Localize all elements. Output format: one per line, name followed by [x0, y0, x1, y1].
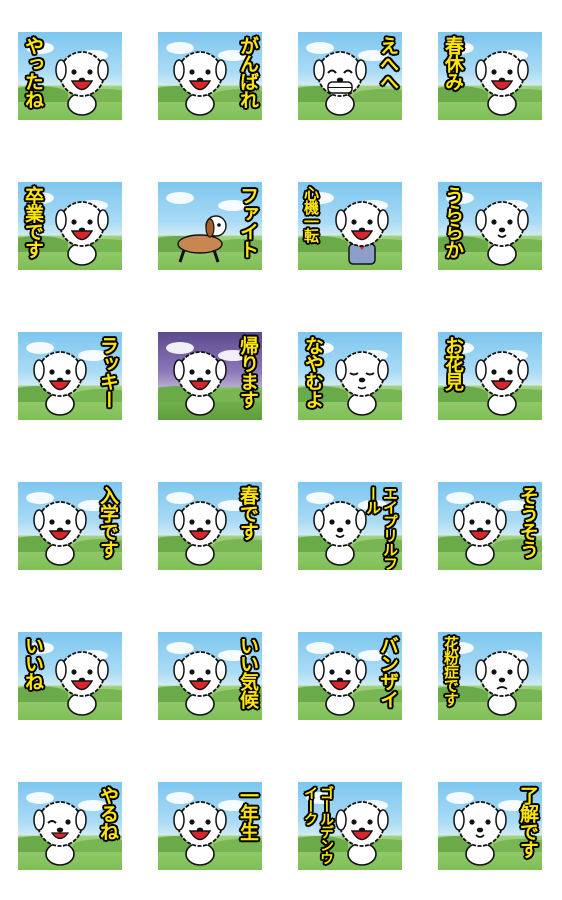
- sticker-tile[interactable]: いいね: [18, 632, 122, 720]
- white-dog-illustration: [170, 642, 230, 716]
- sticker-tile[interactable]: うららか: [438, 182, 542, 270]
- white-dog-illustration: [450, 792, 510, 866]
- sticker-caption: えへへ: [377, 36, 399, 90]
- white-dog-illustration: [52, 642, 112, 716]
- white-dog-illustration: [30, 342, 90, 416]
- sticker-tile[interactable]: エイプリルフール: [298, 482, 402, 570]
- white-dog-illustration: [310, 492, 370, 566]
- sticker-caption: やったね: [22, 36, 44, 108]
- sticker-caption: 入学です: [97, 486, 119, 558]
- sticker-grid: やったね がんばれ えへへ 春休み卒業です ファイト 心機一転 うららかラッキー 帰ります なや…: [0, 0, 562, 900]
- white-dog-illustration: [170, 42, 230, 116]
- white-dog-illustration: [332, 342, 392, 416]
- white-dog-illustration: [472, 342, 532, 416]
- white-dog-illustration: [332, 192, 392, 266]
- sticker-tile[interactable]: 花粉症です: [438, 632, 542, 720]
- sticker-caption: いいね: [22, 636, 44, 690]
- sticker-caption: そうそう: [517, 486, 539, 558]
- sticker-tile[interactable]: バンザイ: [298, 632, 402, 720]
- sticker-caption: ラッキー: [97, 336, 119, 408]
- sticker-tile[interactable]: 春です: [158, 482, 262, 570]
- white-dog-illustration: [450, 492, 510, 566]
- white-dog-illustration: [310, 42, 370, 116]
- white-dog-illustration: [472, 42, 532, 116]
- sticker-tile[interactable]: 帰ります: [158, 332, 262, 420]
- sticker-tile[interactable]: 春休み: [438, 32, 542, 120]
- sticker-tile[interactable]: 一年生: [158, 782, 262, 870]
- sticker-caption: ファイト: [237, 186, 259, 258]
- sticker-tile[interactable]: やるね: [18, 782, 122, 870]
- white-dog-illustration: [52, 42, 112, 116]
- white-dog-illustration: [310, 642, 370, 716]
- sticker-caption: いい気候: [237, 636, 259, 708]
- sticker-caption: 春休み: [442, 36, 464, 90]
- white-dog-illustration: [472, 192, 532, 266]
- sticker-tile[interactable]: お花見: [438, 332, 542, 420]
- sticker-tile[interactable]: そうそう: [438, 482, 542, 570]
- sticker-tile[interactable]: 了解です: [438, 782, 542, 870]
- white-dog-illustration: [332, 792, 392, 866]
- sticker-caption: 花粉症です: [442, 636, 460, 706]
- sticker-tile[interactable]: ゴールデンウイーク: [298, 782, 402, 870]
- white-dog-illustration: [30, 492, 90, 566]
- sticker-caption: 卒業です: [22, 186, 44, 258]
- sticker-tile[interactable]: がんばれ: [158, 32, 262, 120]
- sticker-caption: 了解です: [517, 786, 539, 858]
- sticker-caption: やるね: [97, 786, 119, 840]
- white-dog-illustration: [30, 792, 90, 866]
- white-dog-illustration: [170, 792, 230, 866]
- sticker-caption: 一年生: [237, 786, 259, 840]
- white-dog-illustration: [170, 342, 230, 416]
- sticker-caption: 心機一転: [302, 186, 320, 242]
- sticker-caption: バンザイ: [377, 636, 399, 708]
- sticker-caption: ゴールデンウイーク: [302, 786, 334, 864]
- sticker-tile[interactable]: 入学です: [18, 482, 122, 570]
- sticker-caption: お花見: [442, 336, 464, 390]
- brown-dog-illustration: [170, 192, 230, 266]
- sticker-caption: うららか: [442, 186, 464, 258]
- sticker-caption: なやむよ: [302, 336, 324, 408]
- white-dog-illustration: [170, 492, 230, 566]
- sticker-tile[interactable]: やったね: [18, 32, 122, 120]
- sticker-caption: がんばれ: [237, 36, 259, 108]
- sticker-tile[interactable]: ラッキー: [18, 332, 122, 420]
- sticker-caption: 春です: [237, 486, 259, 540]
- sticker-tile[interactable]: いい気候: [158, 632, 262, 720]
- sticker-tile[interactable]: 心機一転: [298, 182, 402, 270]
- white-dog-illustration: [52, 192, 112, 266]
- sticker-tile[interactable]: ファイト: [158, 182, 262, 270]
- sticker-tile[interactable]: なやむよ: [298, 332, 402, 420]
- sticker-caption: 帰ります: [237, 336, 259, 408]
- sticker-tile[interactable]: 卒業です: [18, 182, 122, 270]
- white-dog-illustration: [472, 642, 532, 716]
- sticker-caption: エイプリルフール: [364, 486, 399, 570]
- sticker-tile[interactable]: えへへ: [298, 32, 402, 120]
